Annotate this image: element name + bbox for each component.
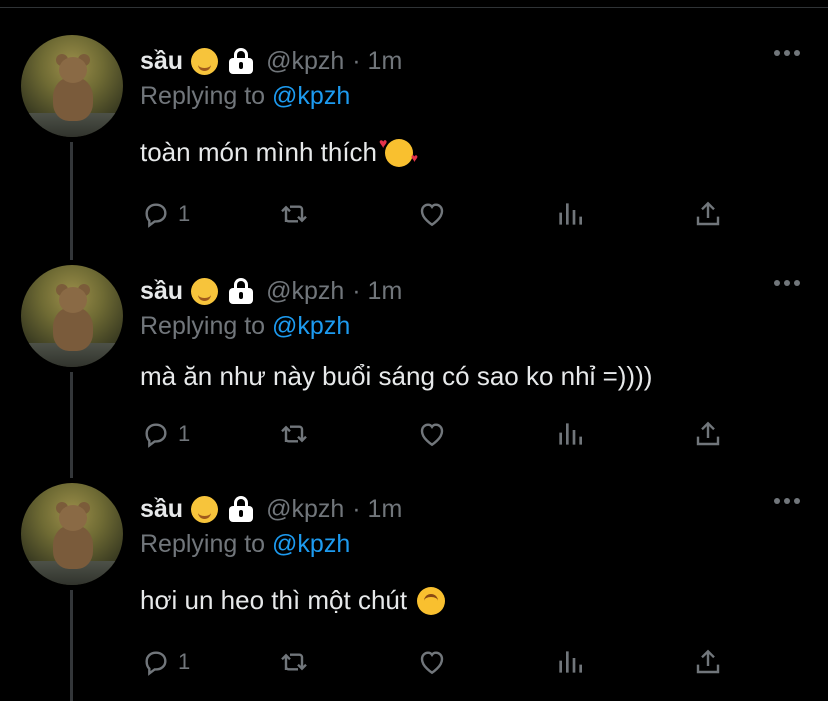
melting-face-icon <box>191 47 219 75</box>
thread-line <box>70 590 73 701</box>
lock-icon <box>228 48 254 74</box>
tweet-text: toàn món mình thích <box>140 135 418 168</box>
reply-icon <box>145 423 167 448</box>
melting-face-icon <box>191 277 219 305</box>
timestamp[interactable]: · 1m <box>352 495 402 524</box>
avatar[interactable] <box>21 483 123 585</box>
more-icon[interactable] <box>774 280 800 288</box>
like-button[interactable] <box>416 196 448 232</box>
replying-to: Replying to @kpzh <box>140 530 351 558</box>
avatar[interactable] <box>21 35 123 137</box>
replying-to-link[interactable]: @kpzh <box>272 312 350 340</box>
avatar[interactable] <box>21 265 123 367</box>
timestamp[interactable]: · 1m <box>352 47 402 76</box>
reply-button[interactable]: 1 <box>140 416 190 452</box>
tweet-header: sầu @kpzh · 1m <box>140 494 402 524</box>
stats-button[interactable] <box>554 644 586 680</box>
like-button[interactable] <box>416 416 448 452</box>
replying-to-link[interactable]: @kpzh <box>272 530 350 558</box>
tweet-actions: 1 <box>140 196 740 232</box>
like-button[interactable] <box>416 644 448 680</box>
retweet-button[interactable] <box>278 644 310 680</box>
user-handle[interactable]: @kpzh <box>266 277 344 306</box>
reply-count: 1 <box>178 649 191 674</box>
timestamp[interactable]: · 1m <box>352 277 402 306</box>
display-name[interactable]: sầu <box>140 277 183 306</box>
tweet-header: sầu @kpzh · 1m <box>140 276 402 306</box>
replying-to: Replying to @kpzh <box>140 312 351 340</box>
replying-to-link[interactable]: @kpzh <box>272 82 350 110</box>
retweet-icon <box>281 653 307 671</box>
reply-button[interactable]: 1 <box>140 644 190 680</box>
more-icon[interactable] <box>774 498 800 506</box>
like-icon <box>420 651 444 675</box>
upside-down-face-icon <box>417 586 446 615</box>
stats-icon <box>559 423 582 445</box>
tweet-text: mà ăn như này buổi sáng có sao ko nhỉ =)… <box>140 361 653 391</box>
stats-icon <box>559 203 582 225</box>
melting-face-icon <box>191 495 219 523</box>
share-button[interactable] <box>692 196 724 232</box>
stats-button[interactable] <box>554 416 586 452</box>
display-name[interactable]: sầu <box>140 47 183 76</box>
like-icon <box>420 203 444 227</box>
stats-icon <box>559 651 582 673</box>
reply-count: 1 <box>178 421 191 446</box>
tweet-header: sầu @kpzh · 1m <box>140 46 402 76</box>
more-icon[interactable] <box>774 50 800 58</box>
smiling-face-with-hearts-icon <box>379 135 418 167</box>
reply-count: 1 <box>178 201 191 226</box>
display-name[interactable]: sầu <box>140 495 183 524</box>
tweet-text: hơi un heo thì một chút <box>140 585 446 616</box>
top-divider <box>0 0 828 8</box>
retweet-icon <box>281 205 307 223</box>
share-icon <box>696 201 720 226</box>
tweet-actions: 1 <box>140 416 740 452</box>
stats-button[interactable] <box>554 196 586 232</box>
lock-icon <box>228 496 254 522</box>
reply-button[interactable]: 1 <box>140 196 190 232</box>
like-icon <box>420 423 444 447</box>
share-icon <box>696 421 720 446</box>
share-button[interactable] <box>692 416 724 452</box>
lock-icon <box>228 278 254 304</box>
user-handle[interactable]: @kpzh <box>266 47 344 76</box>
thread-line <box>70 142 73 260</box>
reply-icon <box>145 203 167 228</box>
retweet-icon <box>281 425 307 443</box>
reply-icon <box>145 651 167 676</box>
retweet-button[interactable] <box>278 196 310 232</box>
share-button[interactable] <box>692 644 724 680</box>
tweet-actions: 1 <box>140 644 740 680</box>
user-handle[interactable]: @kpzh <box>266 495 344 524</box>
replying-to: Replying to @kpzh <box>140 82 351 110</box>
share-icon <box>696 649 720 674</box>
thread-line <box>70 372 73 478</box>
retweet-button[interactable] <box>278 416 310 452</box>
